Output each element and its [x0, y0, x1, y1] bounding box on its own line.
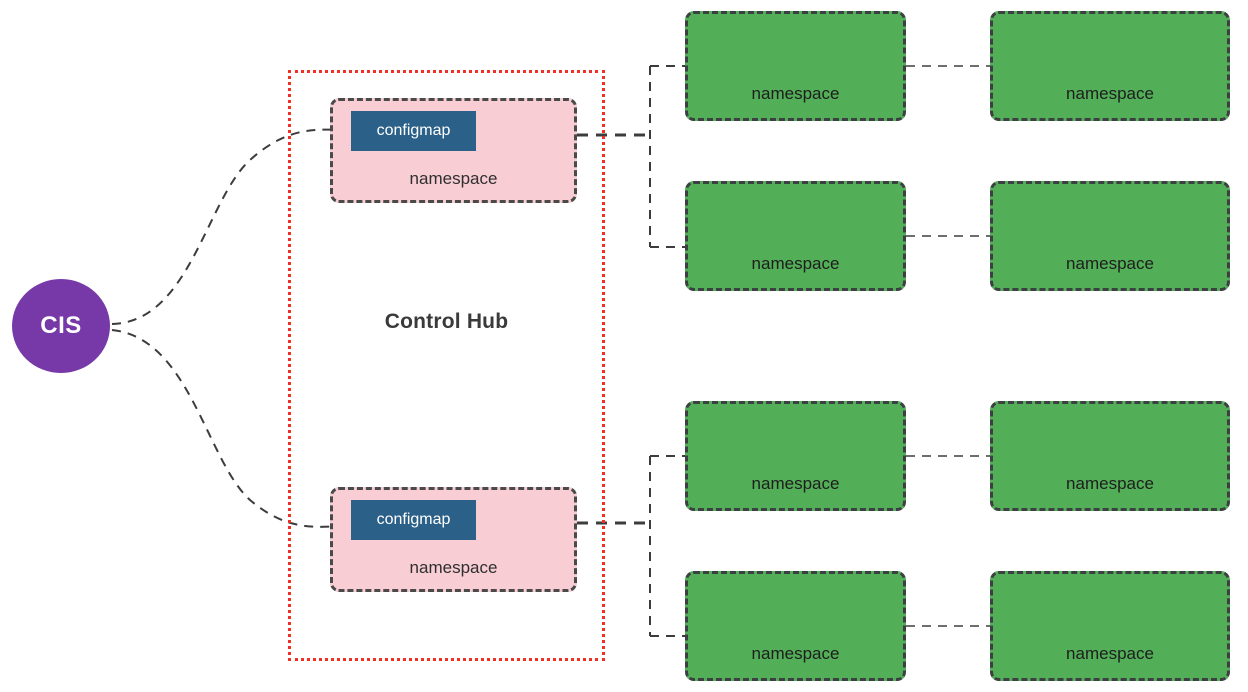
control-hub-namespace[interactable]: configmap namespace — [330, 98, 577, 203]
namespace-label: namespace — [751, 474, 840, 493]
namespace-label: namespace — [751, 254, 840, 273]
managed-namespace[interactable]: namespace — [990, 571, 1230, 681]
namespace-label: namespace — [1066, 474, 1154, 493]
managed-namespace[interactable]: namespace — [990, 181, 1230, 291]
namespace-label: namespace — [1066, 644, 1154, 663]
configmap-label: configmap — [376, 511, 451, 528]
managed-namespace[interactable]: namespace — [685, 401, 906, 511]
cis-node-label: CIS — [40, 312, 82, 339]
managed-namespace[interactable]: namespace — [685, 181, 906, 291]
control-hub-namespace[interactable]: configmap namespace — [330, 487, 577, 592]
configmap-box[interactable]: configmap — [351, 500, 476, 540]
namespace-label: namespace — [409, 169, 498, 188]
namespace-label: namespace — [751, 84, 840, 103]
managed-namespace[interactable]: namespace — [990, 401, 1230, 511]
namespace-label: namespace — [1066, 84, 1154, 103]
managed-namespace[interactable]: namespace — [685, 571, 906, 681]
configmap-label: configmap — [376, 122, 451, 139]
control-hub-title: Control Hub — [384, 310, 509, 333]
managed-namespace[interactable]: namespace — [685, 11, 906, 121]
cis-node[interactable]: CIS — [12, 279, 110, 373]
namespace-label: namespace — [751, 644, 840, 663]
managed-namespace[interactable]: namespace — [990, 11, 1230, 121]
namespace-label: namespace — [409, 558, 498, 577]
namespace-label: namespace — [1066, 254, 1154, 273]
configmap-box[interactable]: configmap — [351, 111, 476, 151]
diagram-canvas: CIS Control Hub configmap namespace conf… — [0, 0, 1248, 692]
